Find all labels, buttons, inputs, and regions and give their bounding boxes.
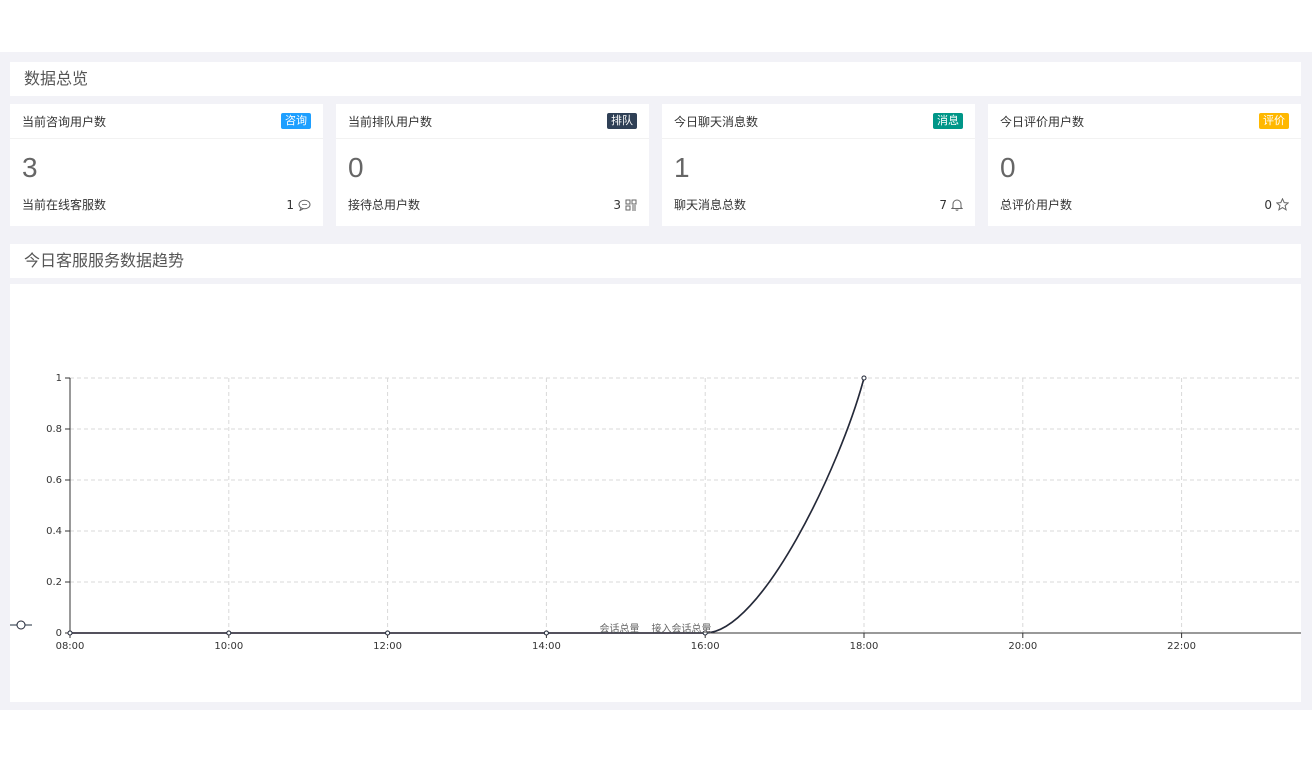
card-queue-users: 当前排队用户数 排队 0 接待总用户数 3 (336, 104, 649, 226)
x-tick-label: 08:00 (56, 641, 85, 652)
grid-icon (625, 199, 637, 211)
card-title: 今日聊天消息数 (674, 114, 759, 129)
card-foot-value: 7 (939, 197, 947, 212)
chart-legend: 会话总量 接入会话总量 (10, 620, 1301, 635)
x-tick-label: 12:00 (373, 641, 402, 652)
legend-item[interactable]: 接入会话总量 (10, 620, 712, 635)
card-rating-users: 今日评价用户数 评价 0 总评价用户数 0 (988, 104, 1301, 226)
trend-title: 今日客服服务数据趋势 (10, 244, 1301, 278)
star-icon (1276, 198, 1289, 211)
x-tick-label: 10:00 (214, 641, 243, 652)
trend-chart: 0 0.2 0.4 0.6 0.8 1 08:00 10:00 12:00 14:00 16:00 1… (10, 284, 1301, 702)
y-tick-label: 1 (56, 373, 62, 384)
card-title: 今日评价用户数 (1000, 114, 1085, 129)
bell-icon (951, 198, 963, 211)
legend-marker-icon (10, 620, 32, 630)
x-tick-label: 20:00 (1008, 641, 1037, 652)
card-foot-label: 接待总用户数 (348, 198, 421, 212)
chat-bubble-icon (298, 199, 311, 211)
overview-title: 数据总览 (10, 62, 1301, 96)
legend-item[interactable]: 会话总量 (10, 620, 640, 635)
card-title: 当前咨询用户数 (22, 114, 107, 129)
status-badge: 咨询 (281, 113, 311, 129)
y-tick-label: 0.2 (46, 577, 62, 588)
card-foot-label: 总评价用户数 (1000, 198, 1073, 212)
card-foot-value: 3 (613, 197, 621, 212)
y-tick-label: 0.6 (46, 475, 62, 486)
card-foot-value: 0 (1264, 197, 1272, 212)
card-foot-value: 1 (286, 197, 294, 212)
card-foot-label: 当前在线客服数 (22, 198, 107, 212)
card-value: 0 (1000, 152, 1016, 183)
series-line-0 (70, 377, 865, 634)
x-tick-label: 16:00 (691, 641, 720, 652)
status-badge: 评价 (1259, 113, 1289, 129)
dashboard: 数据总览 当前咨询用户数 咨询 3 当前在线客服数 1 当前排队用户数 排队 0… (0, 52, 1312, 710)
card-title: 当前排队用户数 (348, 114, 433, 129)
series-point (861, 375, 867, 381)
legend-label: 会话总量 (599, 624, 640, 635)
series-line-1 (70, 377, 865, 634)
x-tick-label: 22:00 (1167, 641, 1196, 652)
status-badge: 排队 (607, 113, 637, 129)
x-tick-label: 18:00 (850, 641, 879, 652)
legend-label: 接入会话总量 (651, 624, 712, 635)
card-chat-messages: 今日聊天消息数 消息 1 聊天消息总数 7 (662, 104, 975, 226)
card-value: 1 (674, 152, 690, 183)
card-value: 0 (348, 152, 364, 183)
card-foot-label: 聊天消息总数 (674, 198, 747, 212)
y-tick-label: 0.4 (46, 526, 62, 537)
card-value: 3 (22, 152, 38, 183)
line-chart: 00.20.40.60.8108:00 10:00 12:00 14:00 16:00 1… (46, 373, 1301, 652)
x-tick-label: 14:00 (532, 641, 561, 652)
y-tick-label: 0.8 (46, 424, 62, 435)
status-badge: 消息 (933, 113, 963, 129)
card-consulting-users: 当前咨询用户数 咨询 3 当前在线客服数 1 (10, 104, 323, 226)
